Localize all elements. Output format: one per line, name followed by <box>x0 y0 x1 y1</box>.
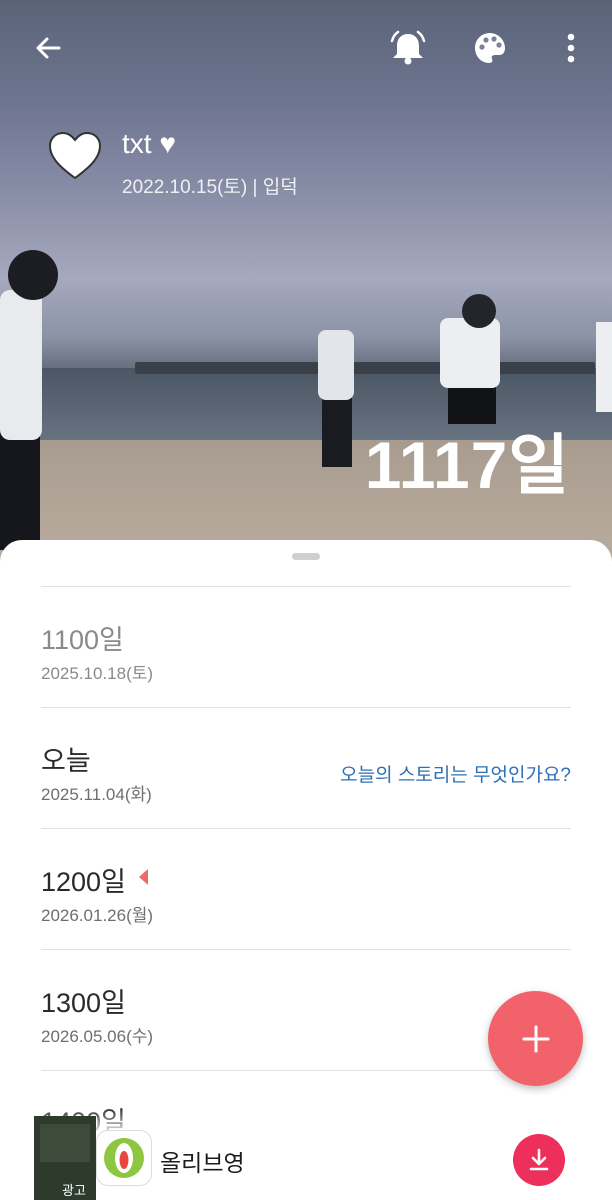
list-item-today[interactable]: 오늘 2025.11.04(화) 오늘의 스토리는 무엇인가요? <box>41 707 571 828</box>
advertiser-logo-icon[interactable] <box>96 1130 152 1186</box>
person-figure <box>8 250 58 300</box>
list-item[interactable]: 1100일 2025.10.18(토) <box>41 586 571 707</box>
person-figure <box>440 318 500 388</box>
person-figure <box>318 330 354 400</box>
day-count: 1117일 <box>364 428 570 502</box>
ad-thumbnail-image <box>40 1124 90 1162</box>
more-vertical-icon[interactable] <box>551 28 591 68</box>
drag-handle[interactable] <box>292 553 320 560</box>
ad-banner[interactable]: 광고 올리브영 <box>0 1108 612 1200</box>
pier <box>135 362 595 374</box>
heart-outline-icon[interactable] <box>47 130 103 182</box>
advertiser-name[interactable]: 올리브영 <box>160 1144 245 1178</box>
person-figure <box>322 392 352 467</box>
milestone-title: 1100일 <box>41 625 124 655</box>
milestone-date: 2026.05.06(수) <box>41 1027 154 1046</box>
palette-icon[interactable] <box>470 28 510 68</box>
person-figure <box>0 430 40 550</box>
start-date: 2022.10.15(토) | 입덕 <box>122 177 298 198</box>
milestone-date: 2025.10.18(토) <box>41 664 154 683</box>
person-figure <box>462 294 496 328</box>
ad-label: 광고 <box>62 1183 86 1198</box>
page-title: txt ♥ <box>122 128 176 159</box>
person-figure <box>596 322 612 412</box>
milestone-date: 2025.11.04(화) <box>41 785 152 804</box>
milestone-title: 오늘 <box>41 746 91 776</box>
download-button[interactable] <box>513 1134 565 1186</box>
back-arrow-icon[interactable] <box>28 28 68 68</box>
list-item[interactable]: 1200일 2026.01.26(월) <box>41 828 571 949</box>
bell-icon[interactable] <box>388 28 428 68</box>
next-milestone-marker-icon <box>139 869 148 885</box>
person-figure <box>0 290 42 440</box>
milestone-date: 2026.01.26(월) <box>41 906 154 925</box>
milestone-title: 1300일 <box>41 988 126 1018</box>
today-story-link[interactable]: 오늘의 스토리는 무엇인가요? <box>340 760 571 787</box>
add-button[interactable] <box>488 991 583 1086</box>
milestone-title: 1200일 <box>41 867 126 897</box>
